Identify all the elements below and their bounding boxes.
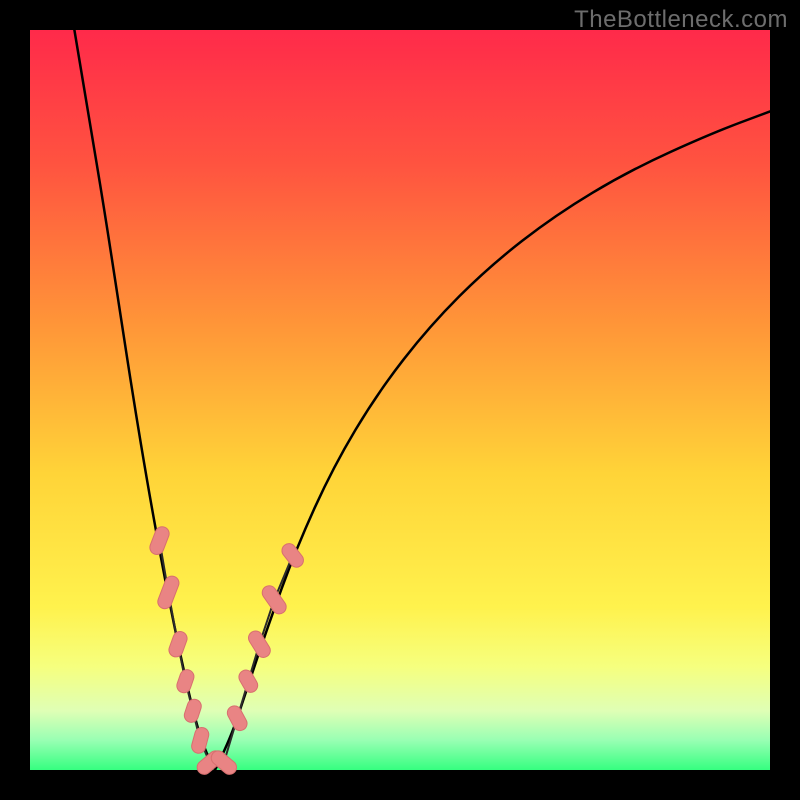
plot-area <box>30 30 770 770</box>
bottleneck-curve-right <box>215 111 770 770</box>
gpu-bead <box>225 703 250 733</box>
gpu-bead <box>259 583 288 617</box>
bottleneck-curve-left <box>74 30 215 770</box>
gpu-bead <box>148 525 171 557</box>
gpu-bead <box>167 630 189 659</box>
gpu-bead <box>175 668 196 695</box>
gpu-bead <box>236 668 260 695</box>
gpu-bead <box>183 697 204 724</box>
watermark-text: TheBottleneck.com <box>574 6 788 34</box>
plot-svg <box>30 30 770 770</box>
gpu-bead <box>279 541 306 570</box>
gpu-bead <box>156 574 181 611</box>
gpu-bead <box>190 726 210 755</box>
chart-frame: TheBottleneck.com <box>0 0 800 800</box>
gpu-bead <box>246 628 273 660</box>
